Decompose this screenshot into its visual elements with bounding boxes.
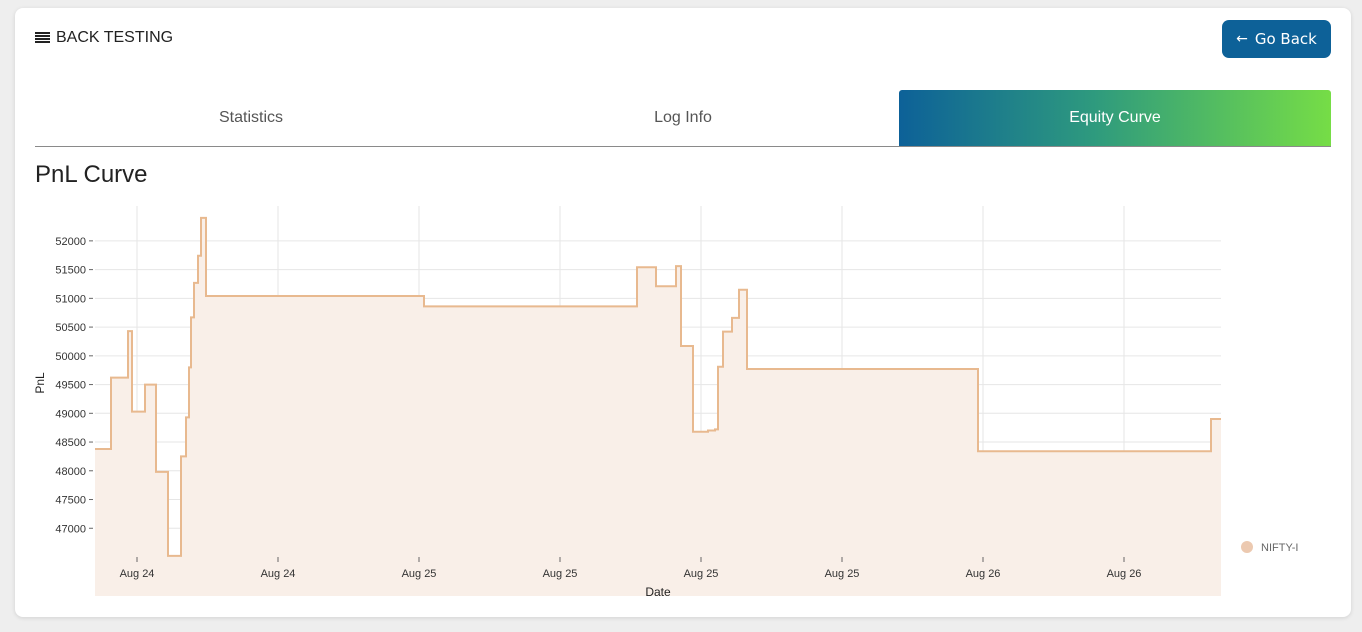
y-axis-title: PnL [33,372,47,394]
y-tick-label: 51000 [55,293,86,305]
backtest-card: BACK TESTING ← Go Back Statistics Log In… [15,8,1351,617]
y-tick-label: 48500 [55,437,86,449]
x-tick-label: Aug 26 [966,568,1001,580]
legend-label: NIFTY-I [1261,542,1299,554]
x-tick-label: Aug 24 [120,568,155,580]
y-tick-label: 50000 [55,351,86,363]
y-axis: 47000 47500 48000 48500 49000 49500 50000 50500… [55,236,93,535]
y-tick-label: 47500 [55,495,86,507]
x-tick-label: Aug 24 [261,568,296,580]
pnl-chart: 47000 47500 48000 48500 49000 49500 50000 50500… [33,206,1299,599]
y-tick-label: 52000 [55,236,86,248]
y-tick-label: 49500 [55,380,86,392]
x-axis-title: Date [645,585,671,599]
x-tick-label: Aug 25 [543,568,578,580]
y-tick-label: 51500 [55,265,86,277]
y-tick-label: 50500 [55,322,86,334]
legend-marker [1241,541,1253,553]
chart-legend[interactable]: NIFTY-I [1241,541,1299,554]
x-tick-label: Aug 26 [1107,568,1142,580]
x-tick-label: Aug 25 [825,568,860,580]
x-tick-label: Aug 25 [684,568,719,580]
y-tick-label: 49000 [55,408,86,420]
x-tick-label: Aug 25 [402,568,437,580]
y-tick-label: 48000 [55,466,86,478]
y-tick-label: 47000 [55,523,86,535]
